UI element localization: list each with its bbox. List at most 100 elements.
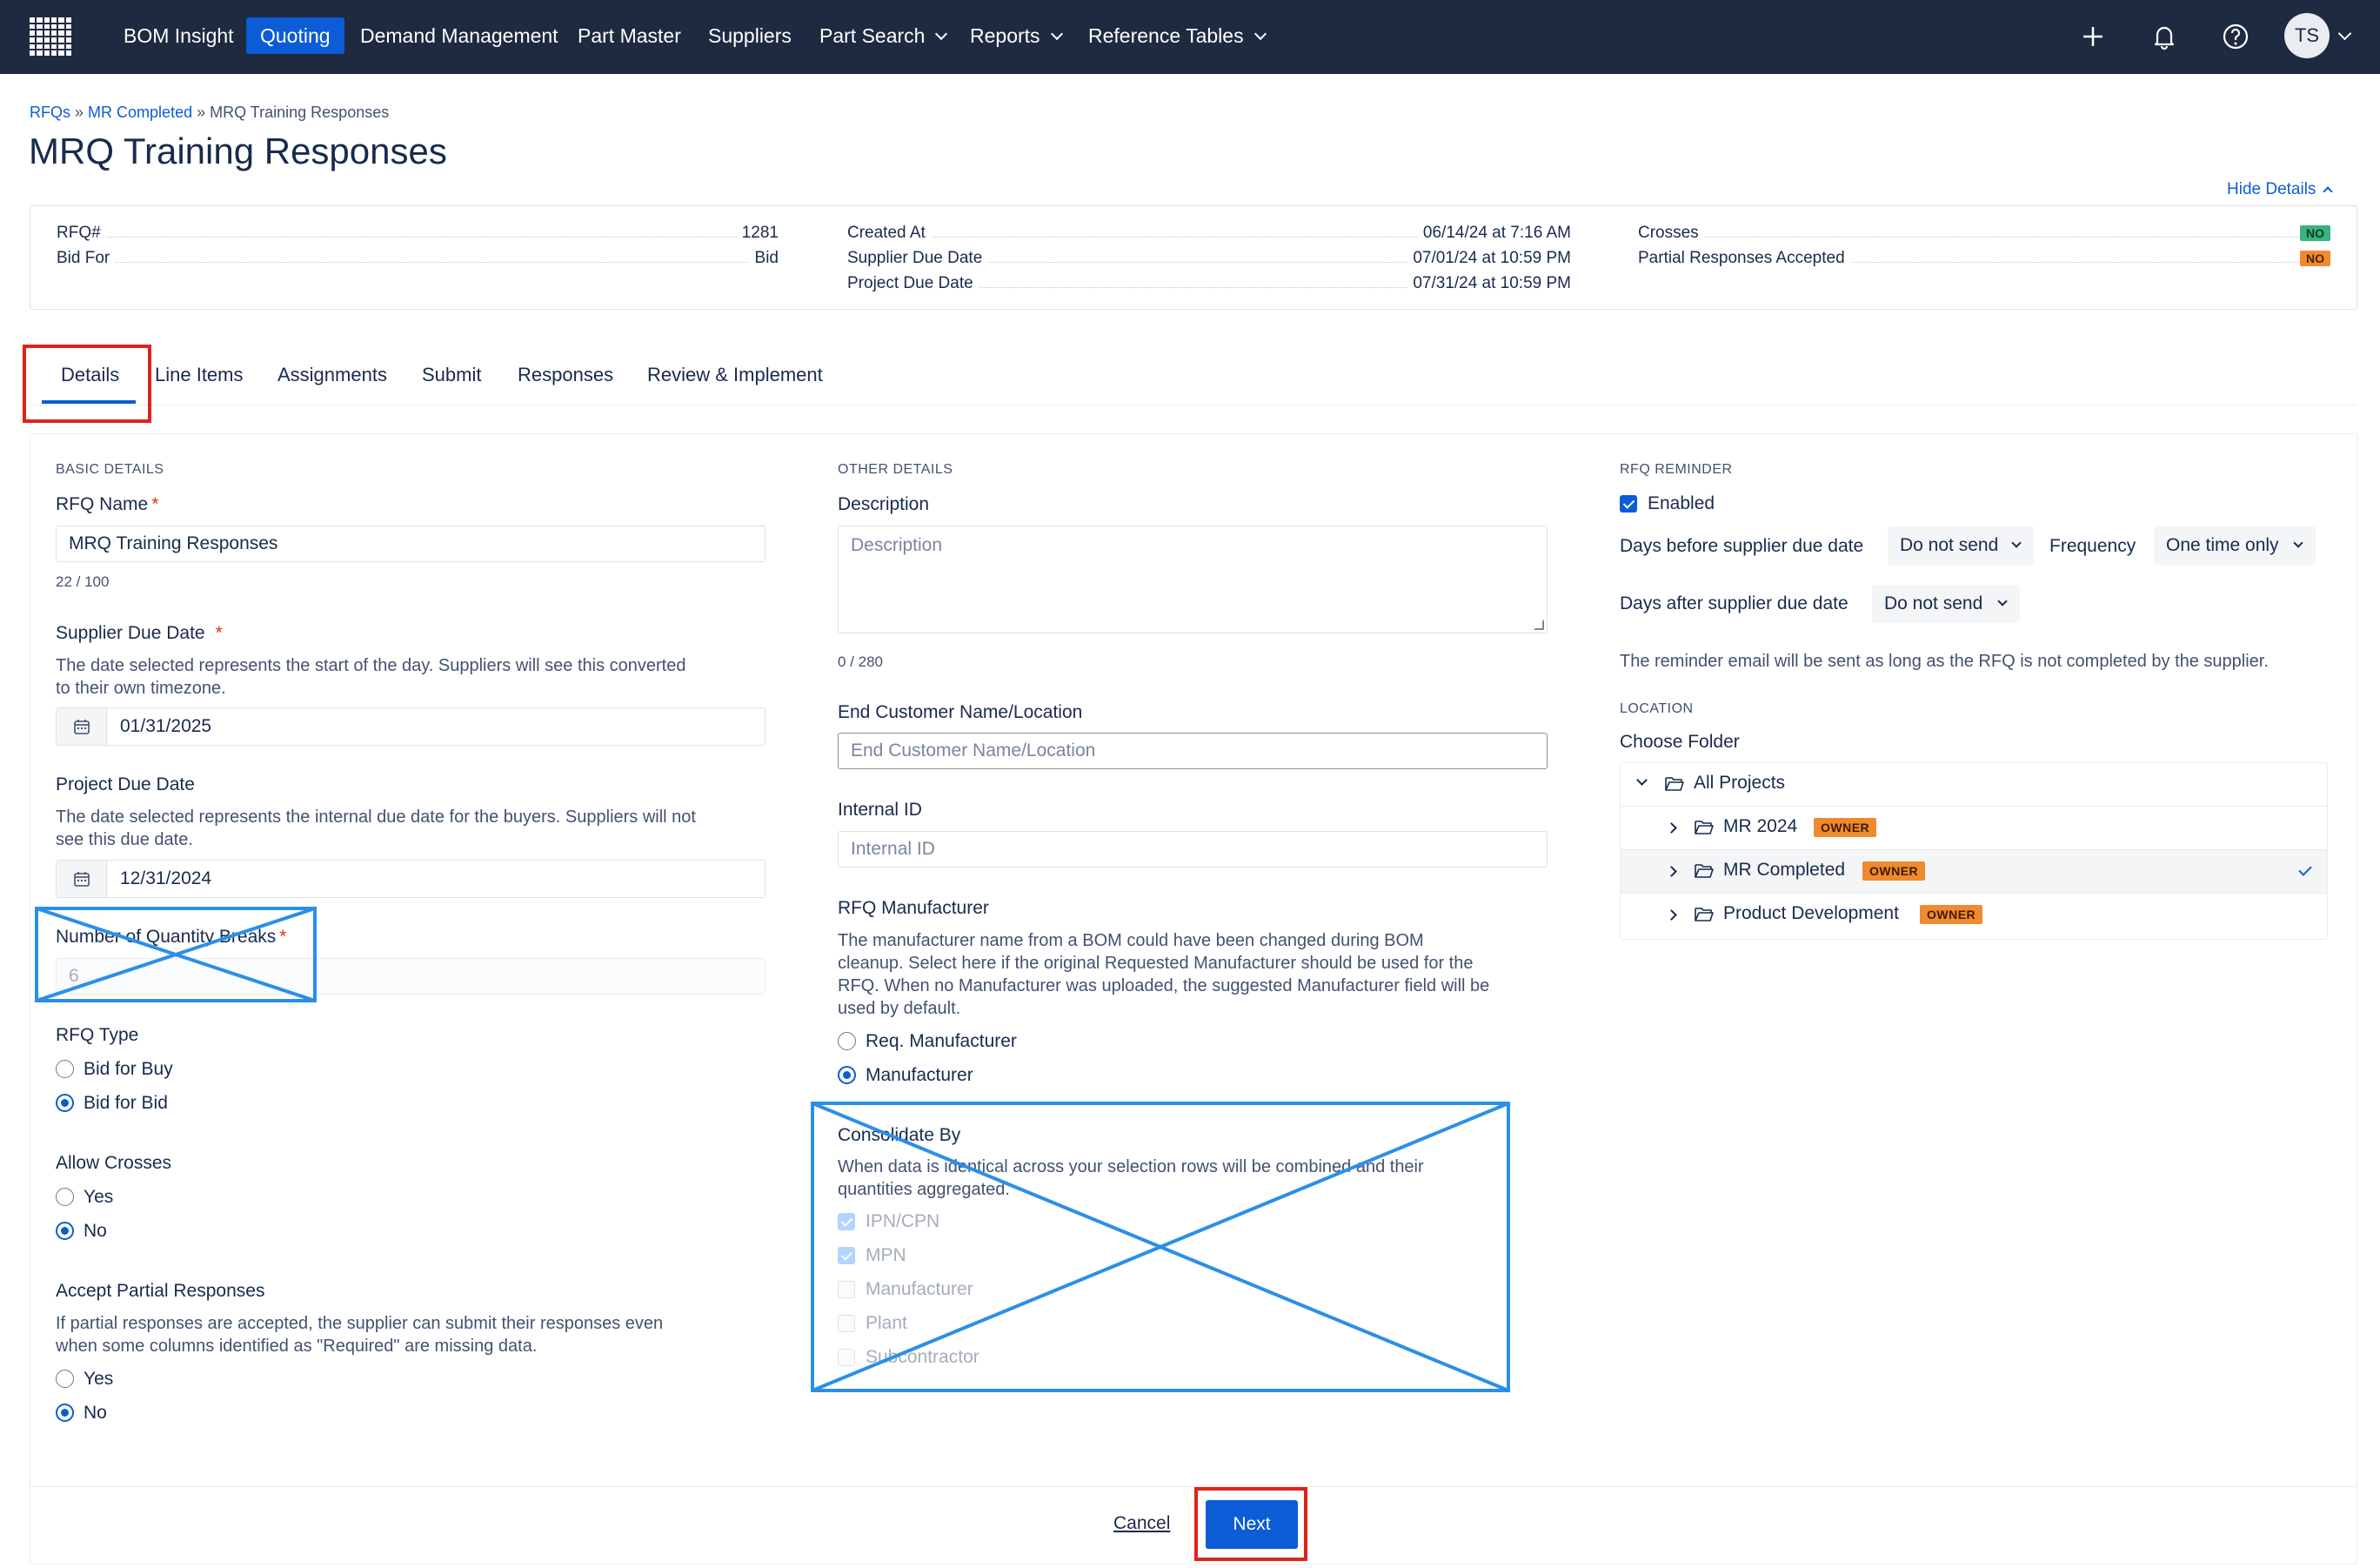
rfq-type-bid-for-bid[interactable]: Bid for Bid (56, 1093, 168, 1116)
days-before-select[interactable]: Do not send (1888, 526, 2034, 565)
consolidate-plant-checkbox[interactable]: Plant (838, 1313, 907, 1336)
chevron-right-icon[interactable] (1666, 909, 1677, 921)
radio-label: No (84, 1403, 107, 1423)
chevron-down-icon (1254, 27, 1267, 41)
breadcrumb-rfqs[interactable]: RFQs (30, 104, 70, 121)
chevron-right-icon[interactable] (1666, 822, 1677, 834)
consolidate-by-help: When data is identical across your selec… (838, 1156, 1560, 1201)
end-customer-input[interactable]: End Customer Name/Location (838, 733, 1548, 769)
partial-responses-help: If partial responses are accepted, the s… (56, 1312, 778, 1357)
tab-line-items[interactable]: Line Items (155, 364, 244, 386)
hide-details-link[interactable]: Hide Details (2227, 180, 2334, 199)
radio-icon (56, 1188, 74, 1206)
consolidate-manufacturer-checkbox[interactable]: Manufacturer (838, 1279, 973, 1302)
project-due-date-picker[interactable]: 12/31/2024 (56, 860, 765, 898)
checkbox-checked-icon (1620, 495, 1637, 513)
supplier-due-date-picker[interactable]: 01/31/2025 (56, 707, 765, 746)
summary-label: Created At (847, 224, 931, 243)
description-textarea[interactable]: Description (838, 526, 1548, 633)
cancel-button[interactable]: Cancel (1113, 1513, 1170, 1534)
nav-part-search-label: Part Search (819, 24, 926, 47)
tab-responses[interactable]: Responses (518, 364, 613, 386)
folder-row-product-development[interactable]: Product Development OWNER (1621, 894, 2327, 937)
consolidate-by-label: Consolidate By (838, 1125, 961, 1145)
checkbox-label: Enabled (1648, 493, 1715, 513)
help-line: when some columns identified as "Require… (56, 1337, 538, 1356)
partial-responses-yes[interactable]: Yes (56, 1369, 113, 1391)
chevron-down-icon[interactable] (2337, 26, 2352, 41)
tab-review-implement[interactable]: Review & Implement (647, 364, 823, 386)
folder-label: MR 2024 (1723, 816, 1798, 836)
plus-icon[interactable] (2076, 19, 2110, 54)
app-grid-logo-icon[interactable] (30, 17, 71, 56)
nav-part-master[interactable]: Part Master (564, 17, 695, 54)
folder-row-all-projects[interactable]: All Projects (1621, 763, 2327, 807)
consolidate-subcontractor-checkbox[interactable]: Subcontractor (838, 1347, 979, 1370)
radio-label: Bid for Buy (84, 1059, 173, 1079)
allow-crosses-no[interactable]: No (56, 1221, 107, 1243)
checkbox-icon (838, 1349, 855, 1366)
help-line: When data is identical across your selec… (838, 1157, 1424, 1176)
required-marker: * (279, 927, 287, 947)
description-placeholder: Description (851, 535, 943, 555)
nav-suppliers[interactable]: Suppliers (694, 17, 806, 54)
folder-row-mr-2024[interactable]: MR 2024 OWNER (1621, 807, 2327, 850)
checkbox-label: Subcontractor (866, 1347, 979, 1367)
chevron-down-icon (1997, 596, 2008, 606)
partial-responses-no[interactable]: No (56, 1403, 107, 1425)
user-avatar[interactable]: TS (2284, 13, 2330, 58)
radio-icon (838, 1032, 856, 1050)
manufacturer-req-option[interactable]: Req. Manufacturer (838, 1031, 1017, 1054)
manufacturer-option[interactable]: Manufacturer (838, 1065, 973, 1088)
chevron-down-icon[interactable] (1636, 774, 1648, 786)
days-after-select[interactable]: Do not send (1872, 585, 2020, 623)
quantity-breaks-input[interactable]: 6 (56, 958, 765, 995)
nav-bom-insight[interactable]: BOM Insight (110, 17, 248, 54)
summary-label: Crosses (1638, 224, 1704, 243)
quantity-breaks-label: Number of Quantity Breaks * (56, 927, 286, 948)
rfq-type-bid-for-buy[interactable]: Bid for Buy (56, 1059, 173, 1082)
tab-submit[interactable]: Submit (422, 364, 481, 386)
folder-label: MR Completed (1723, 860, 1846, 880)
nav-demand-management[interactable]: Demand Management (346, 17, 572, 54)
rfq-name-input[interactable]: MRQ Training Responses (56, 526, 765, 562)
help-line: quantities aggregated. (838, 1180, 1010, 1199)
chevron-down-icon (2293, 538, 2303, 548)
calendar-icon[interactable] (57, 861, 107, 897)
reminder-enabled-checkbox[interactable]: Enabled (1620, 493, 1715, 516)
chevron-right-icon[interactable] (1666, 866, 1677, 877)
quantity-breaks-label-text: Number of Quantity Breaks (56, 927, 277, 947)
allow-crosses-yes[interactable]: Yes (56, 1187, 113, 1210)
radio-icon (56, 1370, 74, 1388)
description-counter: 0 / 280 (838, 653, 883, 670)
nav-reference-tables[interactable]: Reference Tables (1074, 17, 1279, 54)
checkbox-checked-icon (838, 1247, 855, 1264)
resize-handle-icon[interactable] (1534, 620, 1544, 630)
folder-open-icon (1695, 864, 1714, 878)
supplier-due-date-value: 01/31/2025 (120, 716, 212, 736)
folder-row-mr-completed[interactable]: MR Completed OWNER (1621, 850, 2327, 894)
breadcrumb-mr-completed[interactable]: MR Completed (88, 104, 192, 121)
nav-part-search[interactable]: Part Search (806, 17, 959, 54)
calendar-icon[interactable] (57, 708, 107, 745)
radio-label: Manufacturer (866, 1065, 973, 1085)
help-icon[interactable] (2218, 19, 2253, 54)
radio-selected-icon (56, 1404, 74, 1422)
description-label: Description (838, 494, 930, 514)
partial-responses-label: Accept Partial Responses (56, 1281, 265, 1301)
nav-reports[interactable]: Reports (956, 17, 1075, 54)
nav-quoting[interactable]: Quoting (246, 17, 344, 54)
supplier-due-date-label-text: Supplier Due Date (56, 623, 205, 643)
internal-id-input[interactable]: Internal ID (838, 831, 1548, 868)
consolidate-ipn-cpn-checkbox[interactable]: IPN/CPN (838, 1211, 939, 1234)
footer-divider (30, 1486, 2357, 1487)
consolidate-mpn-checkbox[interactable]: MPN (838, 1245, 906, 1268)
summary-bid-for: Bid For Bid (57, 249, 779, 271)
frequency-select[interactable]: One time only (2154, 526, 2316, 565)
partial-status-badge: NO (2300, 251, 2330, 266)
tab-assignments[interactable]: Assignments (277, 364, 387, 386)
chevron-down-icon (935, 27, 948, 41)
bell-icon[interactable] (2147, 19, 2182, 54)
help-line: cleanup. Select here if the original Req… (838, 954, 1474, 973)
top-navigation-bar: BOM Insight Quoting Demand Management Pa… (0, 0, 2380, 74)
